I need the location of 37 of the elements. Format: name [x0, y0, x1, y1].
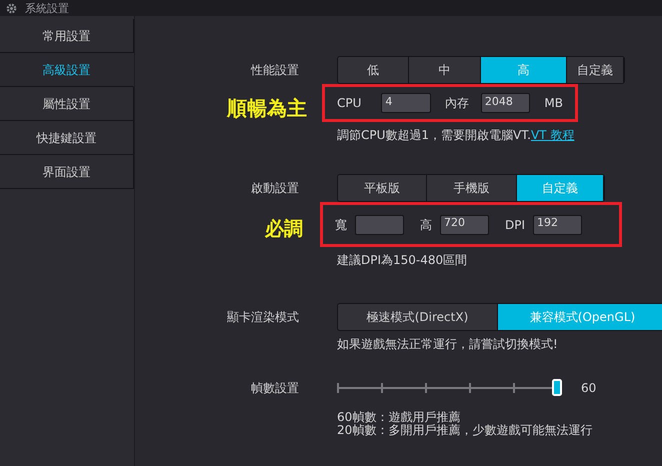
segment-tab[interactable]: 低 [338, 57, 409, 83]
hint-text: 如果遊戲無法正常運行，請嘗試切換模式! [337, 336, 559, 353]
input-field[interactable] [355, 214, 404, 234]
tutorial-link[interactable]: VT 教程 [530, 128, 574, 142]
note-text: 20幀數：多開用戶推薦，少數遊戲可能無法運行 [337, 424, 594, 437]
field-label: DPI [505, 216, 526, 234]
setting-label: 幀數設置 [250, 380, 299, 397]
input-field[interactable]: 2048 [480, 93, 530, 113]
setting-label: 性能設置 [250, 62, 299, 79]
input-field[interactable]: 192 [533, 214, 582, 234]
hint-text: 建議DPI為150-480區間 [337, 252, 468, 269]
hint-text: 調節CPU數超過1，需要開啟電腦VT. [337, 128, 531, 142]
settings-icon [6, 2, 17, 14]
input-field[interactable]: 4 [381, 93, 431, 113]
annotation-text: 順暢為主 [227, 95, 307, 122]
sidebar-item[interactable]: 快捷鍵設置 [0, 121, 134, 155]
window-title: 系統設置 [25, 2, 69, 14]
unit-label: MB [544, 95, 563, 112]
sidebar-item[interactable]: 界面設置 [0, 155, 134, 189]
segment-tab[interactable]: 手機版 [427, 175, 517, 201]
input-field[interactable]: 720 [440, 214, 489, 234]
segment-tab[interactable]: 自定義 [567, 57, 624, 83]
segment-tab[interactable]: 中 [409, 57, 481, 83]
setting-label: 啟動設置 [250, 180, 299, 197]
segment-tab[interactable]: 平板版 [338, 175, 427, 201]
field-label: 內存 [444, 95, 469, 112]
field-label: 高 [420, 216, 432, 234]
field-label: CPU [337, 95, 362, 112]
setting-label: 顯卡渲染模式 [226, 309, 299, 326]
annotation-text: 必調 [265, 217, 303, 242]
segment-tab[interactable]: 極速模式(DirectX) [338, 304, 498, 330]
slider-thumb[interactable] [552, 379, 562, 396]
sidebar-item[interactable]: 常用設置 [0, 19, 134, 53]
sidebar-item[interactable]: 屬性設置 [0, 87, 134, 121]
field-label: 寬 [335, 216, 347, 234]
note-text: 60幀數：遊戲用戶推薦 [337, 411, 462, 424]
slider-value: 60 [581, 380, 596, 397]
